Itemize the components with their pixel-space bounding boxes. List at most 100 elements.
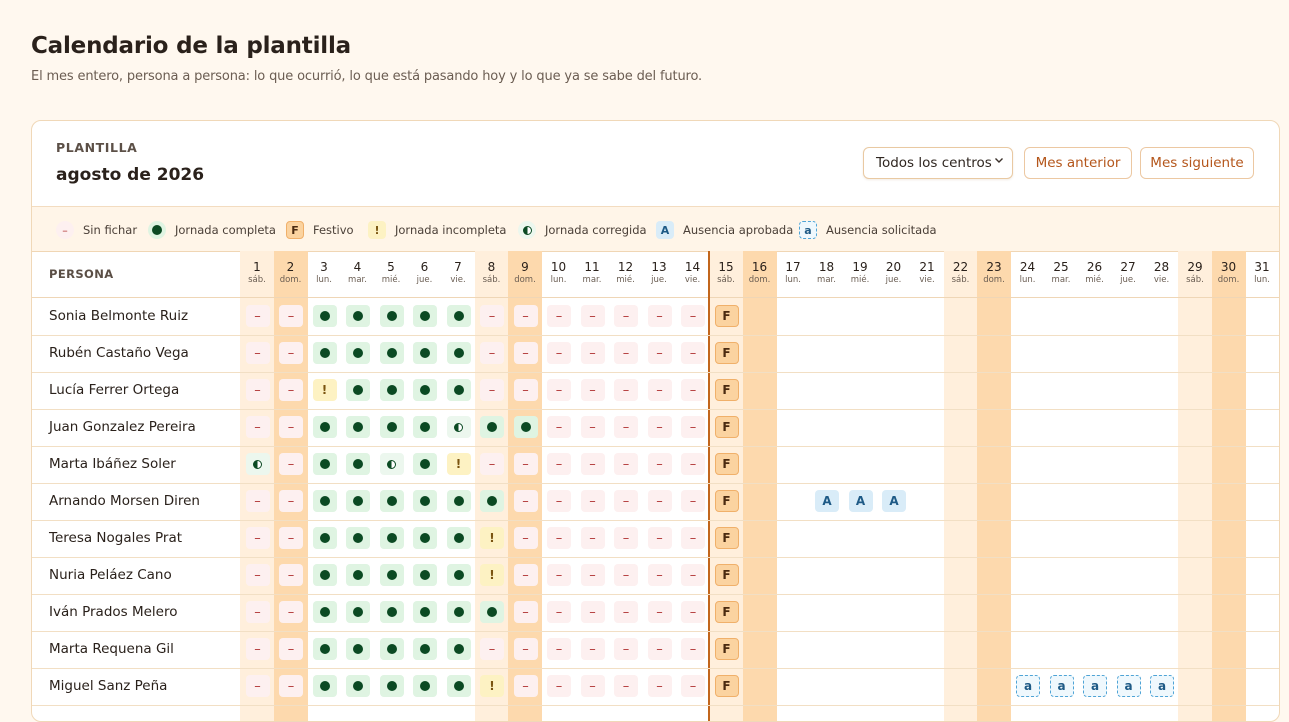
day-cell-half[interactable] [245, 453, 270, 475]
day-cell-none[interactable]: – [647, 675, 672, 697]
day-cell-full[interactable] [346, 453, 370, 475]
day-cell-full[interactable] [513, 416, 538, 438]
day-cell-full[interactable] [446, 638, 471, 660]
day-cell-none[interactable]: – [279, 490, 303, 512]
day-cell-none[interactable]: – [279, 416, 303, 438]
day-cell-none[interactable]: – [513, 453, 538, 475]
day-cell-half[interactable] [379, 453, 404, 475]
day-cell-full[interactable] [346, 564, 370, 586]
day-cell-full[interactable] [379, 416, 404, 438]
day-cell-none[interactable]: – [681, 490, 705, 512]
day-cell-full[interactable] [312, 675, 337, 697]
day-cell-full[interactable] [379, 675, 404, 697]
day-cell-none[interactable]: – [580, 490, 605, 512]
center-select[interactable]: Todos los centros [863, 147, 1013, 179]
day-cell-requested[interactable]: a [1016, 675, 1040, 697]
day-cell-full[interactable] [446, 527, 471, 549]
day-cell-none[interactable]: – [279, 601, 303, 623]
day-cell-none[interactable]: – [245, 638, 270, 660]
day-cell-full[interactable] [379, 601, 404, 623]
day-cell-requested[interactable]: a [1116, 675, 1141, 697]
day-cell-none[interactable]: – [580, 379, 605, 401]
day-cell-none[interactable]: – [681, 305, 705, 327]
day-cell-full[interactable] [346, 601, 370, 623]
day-cell-none[interactable]: – [245, 379, 270, 401]
day-cell-none[interactable]: – [681, 638, 705, 660]
day-cell-none[interactable]: – [614, 342, 638, 364]
day-cell-none[interactable]: – [547, 638, 571, 660]
day-cell-holiday[interactable]: F [714, 305, 739, 327]
day-cell-none[interactable]: – [614, 453, 638, 475]
day-cell-requested[interactable]: a [1049, 675, 1074, 697]
day-cell-full[interactable] [379, 379, 404, 401]
day-cell-partial[interactable]: ! [312, 379, 337, 401]
day-cell-full[interactable] [379, 638, 404, 660]
day-cell-none[interactable]: – [580, 305, 605, 327]
day-cell-holiday[interactable]: F [714, 453, 739, 475]
day-cell-requested[interactable]: a [1150, 675, 1174, 697]
day-cell-none[interactable]: – [245, 675, 270, 697]
day-cell-partial[interactable]: ! [480, 564, 504, 586]
day-cell-none[interactable]: – [245, 564, 270, 586]
day-cell-none[interactable]: – [614, 675, 638, 697]
day-cell-full[interactable] [346, 490, 370, 512]
day-cell-none[interactable]: – [614, 416, 638, 438]
day-cell-none[interactable]: – [547, 416, 571, 438]
day-cell-full[interactable] [413, 453, 437, 475]
day-cell-full[interactable] [413, 601, 437, 623]
day-cell-none[interactable]: – [547, 601, 571, 623]
day-cell-holiday[interactable]: F [714, 601, 739, 623]
day-cell-full[interactable] [446, 601, 471, 623]
day-cell-holiday[interactable]: F [714, 416, 739, 438]
day-cell-none[interactable]: – [245, 490, 270, 512]
day-cell-full[interactable] [312, 416, 337, 438]
day-cell-full[interactable] [346, 675, 370, 697]
day-cell-holiday[interactable]: F [714, 342, 739, 364]
day-cell-full[interactable] [413, 305, 437, 327]
day-cell-none[interactable]: – [647, 416, 672, 438]
day-cell-none[interactable]: – [513, 342, 538, 364]
day-cell-none[interactable]: – [614, 305, 638, 327]
day-cell-none[interactable]: – [513, 527, 538, 549]
day-cell-none[interactable]: – [681, 379, 705, 401]
day-cell-none[interactable]: – [547, 305, 571, 327]
day-cell-none[interactable]: – [513, 305, 538, 327]
day-cell-none[interactable]: – [614, 527, 638, 549]
day-cell-none[interactable]: – [647, 601, 672, 623]
day-cell-none[interactable]: – [580, 675, 605, 697]
day-cell-full[interactable] [446, 675, 471, 697]
day-cell-full[interactable] [312, 453, 337, 475]
day-cell-none[interactable]: – [580, 527, 605, 549]
day-cell-approved[interactable]: A [882, 490, 906, 512]
next-month-button[interactable]: Mes siguiente [1140, 147, 1254, 179]
day-cell-holiday[interactable]: F [714, 490, 739, 512]
day-cell-none[interactable]: – [580, 416, 605, 438]
day-cell-none[interactable]: – [647, 638, 672, 660]
day-cell-full[interactable] [446, 342, 471, 364]
day-cell-none[interactable]: – [614, 638, 638, 660]
day-cell-full[interactable] [480, 490, 504, 512]
day-cell-none[interactable]: – [647, 305, 672, 327]
day-cell-full[interactable] [413, 379, 437, 401]
day-cell-full[interactable] [312, 490, 337, 512]
day-cell-none[interactable]: – [279, 453, 303, 475]
day-cell-full[interactable] [379, 564, 404, 586]
day-cell-none[interactable]: – [279, 638, 303, 660]
day-cell-none[interactable]: – [513, 601, 538, 623]
day-cell-full[interactable] [346, 305, 370, 327]
day-cell-none[interactable]: – [480, 379, 504, 401]
day-cell-full[interactable] [446, 305, 471, 327]
day-cell-none[interactable]: – [279, 527, 303, 549]
day-cell-none[interactable]: – [547, 527, 571, 549]
day-cell-none[interactable]: – [279, 379, 303, 401]
day-cell-none[interactable]: – [681, 601, 705, 623]
day-cell-none[interactable]: – [681, 675, 705, 697]
day-cell-none[interactable]: – [480, 305, 504, 327]
day-cell-full[interactable] [413, 416, 437, 438]
day-cell-partial[interactable]: ! [480, 675, 504, 697]
day-cell-none[interactable]: – [279, 342, 303, 364]
day-cell-partial[interactable]: ! [480, 527, 504, 549]
day-cell-full[interactable] [480, 601, 504, 623]
day-cell-none[interactable]: – [480, 453, 504, 475]
day-cell-full[interactable] [312, 564, 337, 586]
